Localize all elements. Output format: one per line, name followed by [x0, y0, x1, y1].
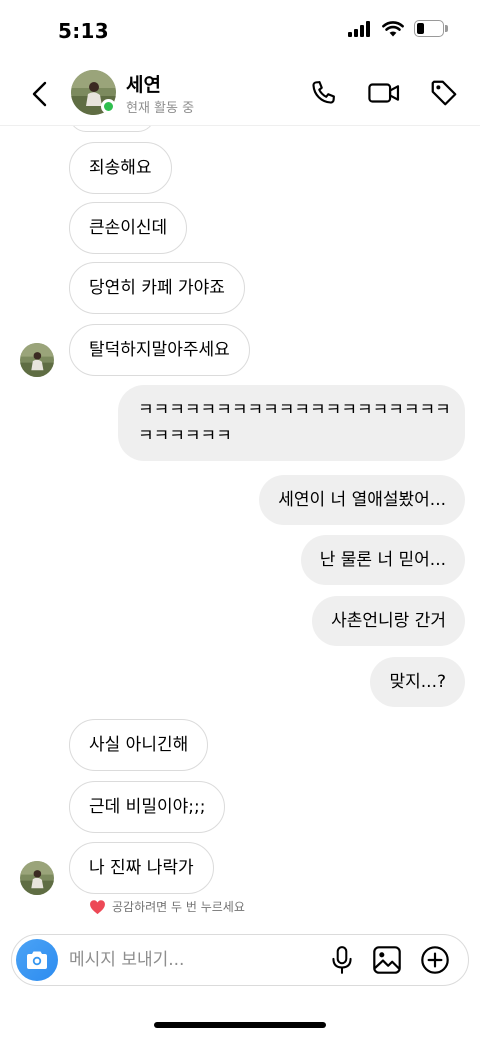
sender-avatar[interactable]: [20, 343, 54, 377]
message-bubble-received[interactable]: 큰손이신데: [69, 202, 188, 254]
message-text-line-2: ㅋㅋㅋㅋㅋㅋ: [138, 426, 232, 446]
message-composer: [11, 934, 469, 986]
home-indicator[interactable]: [154, 1022, 326, 1028]
message-bubble-sent[interactable]: 사촌언니랑 간거: [312, 596, 465, 646]
video-call-button[interactable]: [367, 76, 401, 110]
camera-icon: [27, 951, 47, 969]
message-bubble-received[interactable]: 탈덕하지말아주세요: [69, 324, 250, 376]
message-text: 당연히 카페 가야죠: [89, 278, 225, 298]
message-text: 탈덕하지말아주세요: [89, 340, 230, 360]
partial-message-bubble[interactable]: [69, 126, 155, 132]
message-bubble-received[interactable]: 당연히 카페 가야죠: [69, 262, 245, 314]
back-button[interactable]: [22, 76, 58, 112]
gallery-button[interactable]: [371, 944, 403, 976]
message-text: 큰손이신데: [89, 218, 168, 238]
status-bar: 5:13: [0, 0, 480, 62]
sender-avatar[interactable]: [20, 861, 54, 895]
video-icon: [368, 83, 400, 103]
message-text: 맞지...?: [389, 672, 446, 692]
message-text-line-1: ㅋㅋㅋㅋㅋㅋㅋㅋㅋㅋㅋㅋㅋㅋㅋㅋㅋㅋㅋㅋ: [138, 400, 451, 420]
microphone-icon: [332, 946, 352, 974]
tag-button[interactable]: [427, 76, 461, 110]
back-icon: [32, 81, 47, 107]
status-time: 5:13: [58, 19, 109, 43]
avatar-image: [20, 343, 54, 377]
message-bubble-received[interactable]: 죄송해요: [69, 142, 172, 194]
avatar-image: [20, 861, 54, 895]
message-text: 세연이 너 열애설봤어...: [278, 490, 446, 510]
message-text: 사촌언니랑 간거: [331, 611, 446, 631]
status-icons: [348, 20, 448, 37]
battery-icon: [414, 20, 448, 37]
message-text: 사실 아니긴해: [89, 735, 189, 755]
plus-circle-icon: [421, 946, 449, 974]
active-status: 현재 활동 중: [126, 101, 195, 116]
message-text: 나 진짜 나락가: [89, 858, 194, 878]
camera-button[interactable]: [16, 939, 58, 981]
message-input[interactable]: [69, 943, 309, 977]
more-options-button[interactable]: [419, 944, 451, 976]
message-bubble-sent[interactable]: 세연이 너 열애설봤어...: [259, 475, 465, 525]
message-bubble-received[interactable]: 나 진짜 나락가: [69, 842, 214, 894]
image-icon: [373, 946, 401, 974]
contact-name[interactable]: 세연: [126, 70, 161, 97]
message-bubble-sent[interactable]: 맞지...?: [370, 657, 465, 707]
wifi-icon: [382, 20, 404, 36]
chat-header: 세연 현재 활동 중: [0, 62, 480, 126]
message-bubble-sent[interactable]: 난 물론 너 믿어...: [300, 535, 465, 585]
message-text: 죄송해요: [89, 158, 152, 178]
message-bubble-received[interactable]: 근데 비밀이야;;;: [69, 781, 226, 833]
message-text: 근데 비밀이야;;;: [89, 797, 206, 817]
heart-icon: [90, 899, 105, 914]
message-text: 난 물론 너 믿어...: [319, 550, 446, 570]
voice-call-button[interactable]: [306, 76, 340, 110]
message-thread[interactable]: 죄송해요 큰손이신데 당연히 카페 가야죠 탈덕하지말아주세요 ㅋㅋㅋㅋㅋㅋㅋㅋ…: [0, 126, 480, 926]
phone-icon: [312, 81, 335, 104]
message-bubble-sent[interactable]: ㅋㅋㅋㅋㅋㅋㅋㅋㅋㅋㅋㅋㅋㅋㅋㅋㅋㅋㅋㅋ ㅋㅋㅋㅋㅋㅋ: [118, 385, 465, 461]
reaction-hint-text: 공감하려면 두 번 누르세요: [112, 900, 245, 914]
online-status-dot: [101, 99, 116, 114]
tag-icon: [431, 80, 457, 106]
message-bubble-received[interactable]: 사실 아니긴해: [69, 719, 209, 771]
voice-message-button[interactable]: [326, 944, 358, 976]
cellular-signal-icon: [348, 20, 370, 37]
reaction-hint: 공감하려면 두 번 누르세요: [89, 898, 245, 915]
